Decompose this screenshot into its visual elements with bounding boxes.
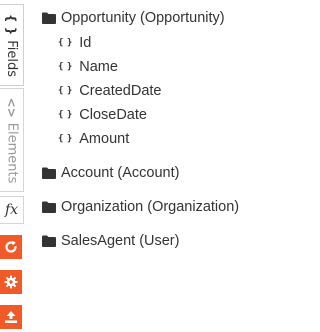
field-label: Id	[79, 35, 92, 51]
function-icon: fx	[4, 202, 19, 218]
tree-node-opportunity[interactable]: Opportunity (Opportunity)	[42, 10, 225, 26]
field-label: CloseDate	[79, 107, 147, 123]
braces-icon: { }	[58, 62, 72, 72]
field-item-name[interactable]: { } Name	[58, 59, 118, 75]
sidebar: { } Fields <> Elements fx	[0, 0, 24, 332]
field-label: CreatedDate	[79, 83, 162, 99]
folder-icon	[42, 12, 56, 24]
tree-node-account[interactable]: Account (Account)	[42, 165, 179, 181]
upload-icon	[5, 311, 17, 323]
tab-fields[interactable]: { } Fields	[0, 4, 24, 86]
folder-icon	[42, 235, 56, 247]
gear-icon	[4, 275, 18, 289]
tree-node-organization[interactable]: Organization (Organization)	[42, 199, 239, 215]
braces-icon: { }	[58, 38, 72, 48]
tab-elements[interactable]: <> Elements	[0, 88, 24, 192]
tab-elements-label: Elements	[4, 122, 19, 183]
folder-icon	[42, 201, 56, 213]
field-item-id[interactable]: { } Id	[58, 35, 91, 51]
folder-icon	[42, 167, 56, 179]
tree-node-label: Account (Account)	[61, 165, 180, 181]
field-item-closedate[interactable]: { } CloseDate	[58, 107, 147, 123]
braces-icon: { }	[58, 110, 72, 120]
field-item-createddate[interactable]: { } CreatedDate	[58, 83, 161, 99]
code-icon: <>	[4, 97, 19, 118]
braces-icon: { }	[58, 134, 72, 144]
refresh-button[interactable]	[0, 235, 22, 259]
tab-functions[interactable]: fx	[0, 196, 24, 224]
upload-button[interactable]	[0, 305, 22, 329]
field-label: Name	[79, 59, 118, 75]
settings-button[interactable]	[0, 270, 22, 294]
braces-icon: { }	[4, 13, 19, 35]
field-item-amount[interactable]: { } Amount	[58, 131, 129, 147]
refresh-icon	[5, 240, 17, 253]
tree-node-salesagent[interactable]: SalesAgent (User)	[42, 233, 179, 249]
tree-node-label: Opportunity (Opportunity)	[61, 10, 225, 26]
braces-icon: { }	[58, 86, 72, 96]
field-label: Amount	[79, 131, 130, 147]
tree-node-label: SalesAgent (User)	[61, 233, 180, 249]
tree-node-label: Organization (Organization)	[61, 199, 240, 215]
tab-fields-label: Fields	[4, 39, 20, 77]
